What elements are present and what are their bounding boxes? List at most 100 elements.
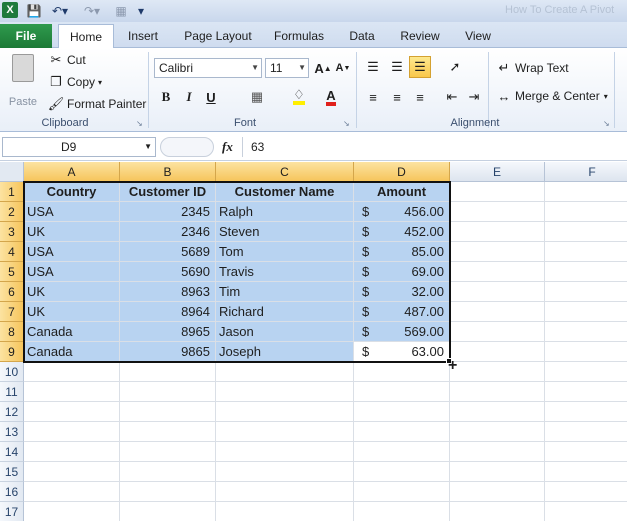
wrap-text-button[interactable]: ↵ Wrap Text	[496, 60, 569, 76]
empty-cell[interactable]	[24, 442, 120, 462]
empty-cell[interactable]	[450, 362, 545, 382]
empty-cell[interactable]	[545, 222, 627, 242]
format-painter-button[interactable]: 🖌 Format Painter	[48, 96, 147, 112]
empty-cell[interactable]	[354, 502, 450, 521]
empty-cell[interactable]	[216, 442, 354, 462]
row-header-8[interactable]: 8	[0, 322, 24, 342]
column-header-e[interactable]: E	[450, 162, 545, 182]
formula-input[interactable]: 63	[242, 137, 625, 157]
borders-icon[interactable]: ▦	[246, 86, 268, 108]
empty-cell[interactable]	[24, 402, 120, 422]
empty-cell[interactable]	[354, 422, 450, 442]
table-cell[interactable]: 9865	[120, 342, 216, 362]
table-cell[interactable]: 2346	[120, 222, 216, 242]
row-header-14[interactable]: 14	[0, 442, 24, 462]
table-cell[interactable]: $69.00	[354, 262, 450, 282]
table-cell[interactable]: 2345	[120, 202, 216, 222]
align-bottom-icon[interactable]: ☰	[409, 56, 431, 78]
empty-cell[interactable]	[450, 302, 545, 322]
column-header-d[interactable]: D	[354, 162, 450, 182]
empty-cell[interactable]	[545, 242, 627, 262]
row-header-16[interactable]: 16	[0, 482, 24, 502]
empty-cell[interactable]	[216, 482, 354, 502]
column-header-a[interactable]: A	[24, 162, 120, 182]
formula-divider-handle[interactable]	[160, 137, 214, 157]
table-cell[interactable]: Tim	[216, 282, 354, 302]
cut-button[interactable]: ✂ Cut	[48, 52, 86, 68]
empty-cell[interactable]	[450, 482, 545, 502]
worksheet-grid[interactable]: A B C D E F 1 2 3 4 5 6 7 8 9 10 11 12 13 14 15 16 17 Country Cu…	[0, 162, 627, 521]
print-preview-icon[interactable]: ▦	[112, 2, 130, 20]
row-header-3[interactable]: 3	[0, 222, 24, 242]
empty-cell[interactable]	[120, 362, 216, 382]
table-cell[interactable]: $452.00	[354, 222, 450, 242]
header-cell[interactable]: Country	[24, 182, 120, 202]
align-middle-icon[interactable]: ☰	[386, 56, 408, 78]
table-cell[interactable]: USA	[24, 262, 120, 282]
table-cell[interactable]: USA	[24, 202, 120, 222]
empty-cell[interactable]	[450, 242, 545, 262]
empty-cell[interactable]	[24, 362, 120, 382]
empty-cell[interactable]	[545, 342, 627, 362]
empty-cell[interactable]	[24, 482, 120, 502]
table-cell[interactable]: UK	[24, 282, 120, 302]
column-header-f[interactable]: F	[545, 162, 627, 182]
font-name-combo[interactable]: Calibri ▼	[154, 58, 262, 78]
row-header-17[interactable]: 17	[0, 502, 24, 521]
empty-cell[interactable]	[216, 462, 354, 482]
save-icon[interactable]: 💾	[26, 2, 42, 20]
empty-cell[interactable]	[545, 402, 627, 422]
font-launcher-icon[interactable]: ↘	[343, 119, 350, 128]
font-size-combo[interactable]: 11 ▼	[265, 58, 309, 78]
table-cell[interactable]: Tom	[216, 242, 354, 262]
row-header-11[interactable]: 11	[0, 382, 24, 402]
empty-cell[interactable]	[450, 222, 545, 242]
header-cell[interactable]: Amount	[354, 182, 450, 202]
table-cell[interactable]: Canada	[24, 322, 120, 342]
empty-cell[interactable]	[450, 382, 545, 402]
row-header-1[interactable]: 1	[0, 182, 24, 202]
empty-cell[interactable]	[120, 502, 216, 521]
align-center-icon[interactable]: ≡	[386, 86, 408, 108]
row-header-13[interactable]: 13	[0, 422, 24, 442]
empty-cell[interactable]	[354, 362, 450, 382]
column-header-c[interactable]: C	[216, 162, 354, 182]
empty-cell[interactable]	[24, 502, 120, 521]
header-cell[interactable]: Customer ID	[120, 182, 216, 202]
table-cell[interactable]: $85.00	[354, 242, 450, 262]
table-cell[interactable]: $487.00	[354, 302, 450, 322]
empty-cell[interactable]	[450, 322, 545, 342]
copy-button[interactable]: ❐ Copy ▾	[48, 74, 102, 90]
empty-cell[interactable]	[216, 382, 354, 402]
redo-icon[interactable]: ↷▾	[80, 2, 104, 20]
table-cell[interactable]: 5690	[120, 262, 216, 282]
table-cell[interactable]: $456.00	[354, 202, 450, 222]
empty-cell[interactable]	[450, 402, 545, 422]
empty-cell[interactable]	[216, 362, 354, 382]
empty-cell[interactable]	[24, 462, 120, 482]
align-top-icon[interactable]: ☰	[362, 56, 384, 78]
table-cell[interactable]: 8963	[120, 282, 216, 302]
table-cell[interactable]: Jason	[216, 322, 354, 342]
table-cell[interactable]: Steven	[216, 222, 354, 242]
table-cell[interactable]: Travis	[216, 262, 354, 282]
tab-review[interactable]: Review	[394, 24, 446, 48]
bold-button[interactable]: B	[155, 86, 177, 108]
fill-color-icon[interactable]: ♢	[288, 86, 310, 108]
empty-cell[interactable]	[545, 202, 627, 222]
row-header-6[interactable]: 6	[0, 282, 24, 302]
select-all-corner[interactable]	[0, 162, 24, 182]
empty-cell[interactable]	[450, 462, 545, 482]
empty-cell[interactable]	[545, 322, 627, 342]
increase-indent-icon[interactable]: ⇥	[463, 86, 485, 108]
empty-cell[interactable]	[354, 442, 450, 462]
empty-cell[interactable]	[450, 442, 545, 462]
table-cell[interactable]: Ralph	[216, 202, 354, 222]
empty-cell[interactable]	[216, 422, 354, 442]
shrink-font-icon[interactable]: A ▼	[332, 57, 354, 79]
alignment-launcher-icon[interactable]: ↘	[603, 119, 610, 128]
empty-cell[interactable]	[120, 482, 216, 502]
empty-cell[interactable]	[545, 442, 627, 462]
empty-cell[interactable]	[450, 182, 545, 202]
align-left-icon[interactable]: ≡	[362, 86, 384, 108]
